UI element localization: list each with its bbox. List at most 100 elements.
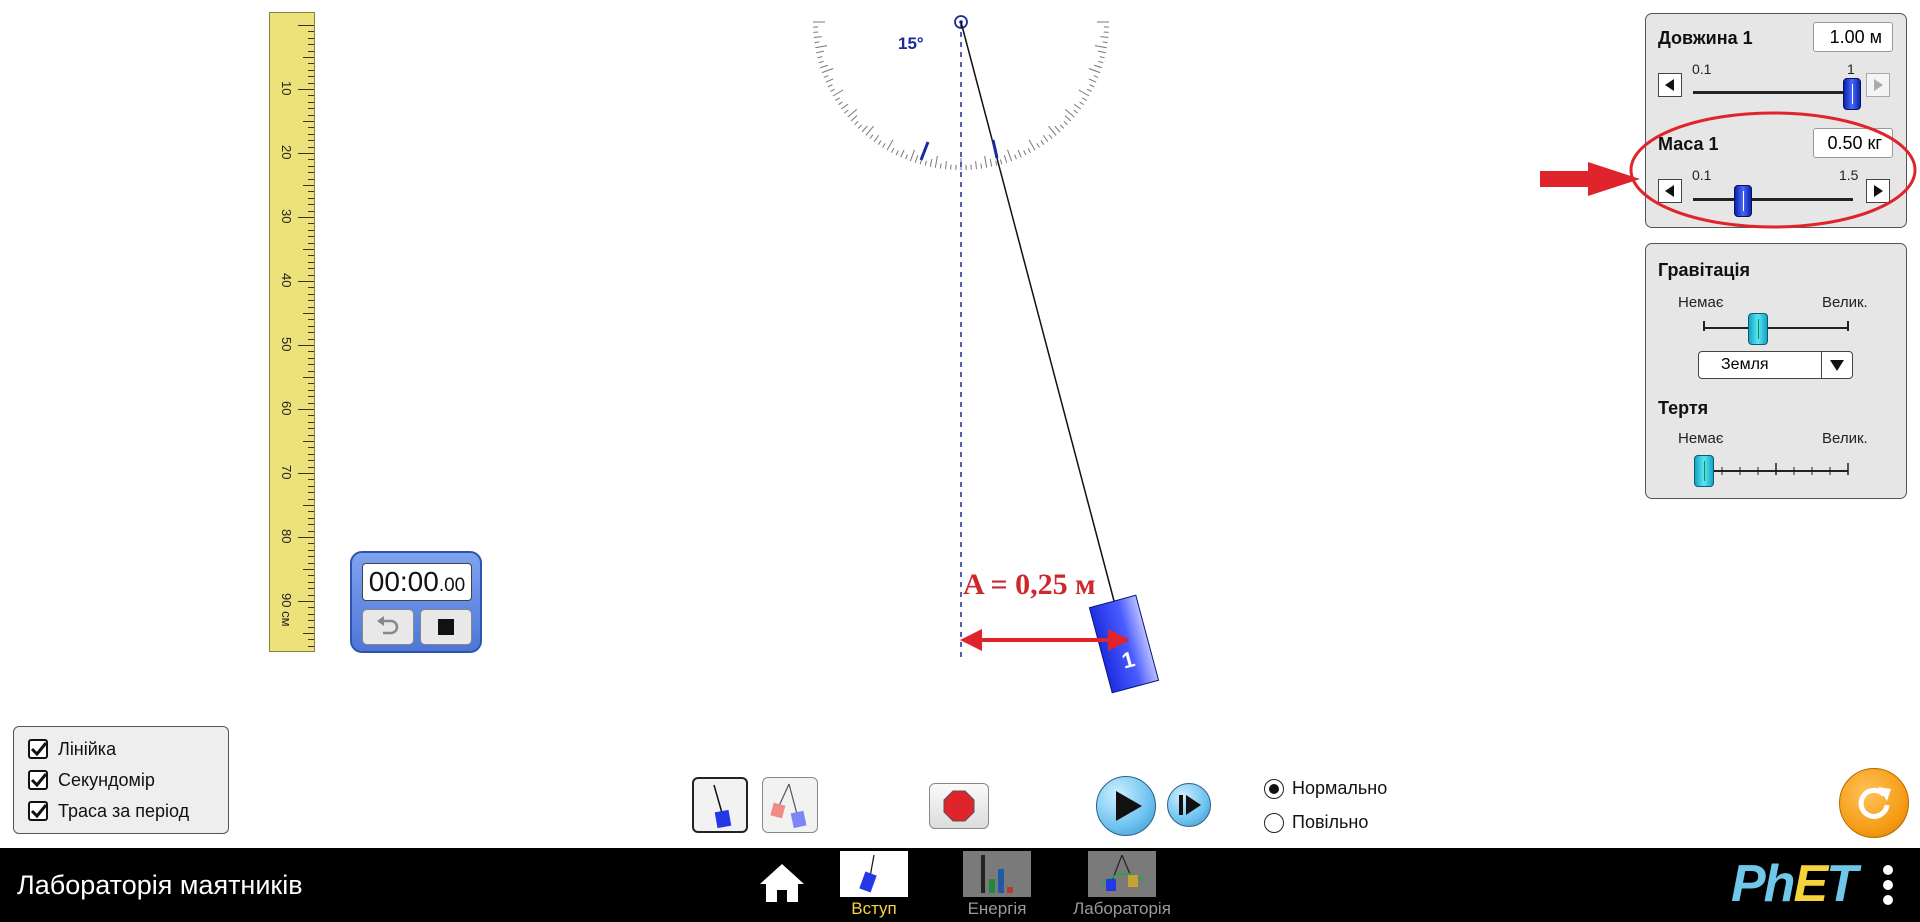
stopwatch-reset-button[interactable] <box>362 609 414 645</box>
gravity-slider-thumb[interactable] <box>1748 313 1768 345</box>
tab-intro[interactable]: Вступ <box>819 851 929 919</box>
protractor-tick <box>1079 101 1084 106</box>
protractor-tick <box>1042 134 1049 143</box>
checkbox-stopwatch-label: Секундомір <box>58 769 155 790</box>
ruler-tick <box>308 620 314 622</box>
radio-slow[interactable] <box>1264 812 1284 833</box>
protractor-tick <box>975 161 977 170</box>
protractor-tick <box>821 68 834 74</box>
ruler-tick <box>308 229 314 231</box>
checkbox-stopwatch[interactable]: Секундомір <box>28 768 155 792</box>
checkmark-icon <box>30 804 46 819</box>
protractor-tick <box>815 45 828 49</box>
phet-menu-button[interactable] <box>1882 862 1894 908</box>
ruler-tick <box>303 569 314 570</box>
friction-slider-thumb[interactable] <box>1694 455 1714 487</box>
play-button[interactable] <box>1096 776 1156 836</box>
ruler-tick <box>308 383 314 385</box>
length-value-field: 1.00 м <box>1813 22 1893 52</box>
highlight-ellipse <box>1629 111 1917 229</box>
radio-normal[interactable] <box>1264 778 1284 799</box>
checkbox-box[interactable] <box>28 739 48 759</box>
length-slider-track[interactable] <box>1693 91 1853 94</box>
stop-octagon-icon <box>943 790 975 822</box>
ruler-label: 50 <box>279 337 294 352</box>
reset-all-button[interactable] <box>1839 768 1909 838</box>
ruler-tick <box>308 434 314 436</box>
protractor-tick <box>1017 149 1022 158</box>
speed-slow-label: Повільно <box>1292 812 1369 832</box>
ruler-tick <box>308 127 314 129</box>
protractor-tick <box>999 159 1003 165</box>
ruler-tick <box>308 191 314 193</box>
play-icon <box>1116 791 1142 821</box>
two-pendulums-button[interactable] <box>762 777 818 833</box>
ruler-tick <box>308 108 314 110</box>
app-title: Лабораторія маятників <box>17 870 303 900</box>
lab-pendulum-icon <box>1101 854 1145 891</box>
protractor-tick <box>818 60 824 64</box>
home-icon <box>760 864 804 902</box>
pendulum-icon <box>859 854 877 893</box>
ruler[interactable]: 10 20 30 40 50 60 70 80 90 см <box>269 12 315 652</box>
protractor-tick <box>1088 78 1097 83</box>
reset-all-icon <box>1858 787 1891 819</box>
ruler-tick <box>308 82 314 84</box>
ruler-tick <box>308 639 314 641</box>
ruler-tick <box>308 140 314 142</box>
checkbox-box[interactable] <box>28 770 48 790</box>
ruler-tick <box>308 428 314 430</box>
ruler-tick <box>308 447 314 449</box>
ruler-tick <box>308 453 314 455</box>
one-pendulum-button[interactable] <box>692 777 748 833</box>
protractor-tick <box>1063 120 1068 126</box>
ruler-tick <box>303 57 314 58</box>
tab-lab[interactable]: Лабораторія <box>1067 851 1177 919</box>
ruler-tick <box>308 511 314 513</box>
ruler-tick <box>308 466 314 468</box>
protractor-tick <box>929 158 933 167</box>
home-button[interactable] <box>758 862 806 909</box>
length-decrease-button[interactable] <box>1658 73 1682 97</box>
ruler-tick <box>308 287 314 289</box>
amplitude-label: A = 0,25 м <box>963 568 1096 601</box>
protractor-tick <box>984 155 988 168</box>
stopwatch-stop-button[interactable] <box>420 609 472 645</box>
stopwatch-time-main: 00:00 <box>368 566 439 597</box>
protractor-tick <box>823 75 829 78</box>
gravity-select-value: Земля <box>1721 356 1769 373</box>
ruler-tick <box>298 537 314 538</box>
protractor-tick <box>882 143 886 148</box>
stopwatch[interactable]: 00:00.00 <box>350 551 482 653</box>
angle-readout: 15° <box>898 34 924 53</box>
protractor-tick <box>1093 64 1102 69</box>
protractor-tick <box>817 56 823 59</box>
length-title: Довжина 1 <box>1658 28 1753 48</box>
checkbox-box[interactable] <box>28 801 48 821</box>
ruler-tick <box>308 197 314 199</box>
checkbox-period-trace[interactable]: Траса за період <box>28 799 189 823</box>
ruler-tick <box>308 556 314 558</box>
ruler-tick <box>308 300 314 302</box>
pendulum-mass-1[interactable]: 1 <box>1088 594 1160 694</box>
ruler-tick <box>308 396 314 398</box>
protractor-tick <box>838 101 843 106</box>
stop-motion-button[interactable] <box>929 783 989 829</box>
ruler-tick <box>308 172 314 174</box>
protractor-tick <box>1082 97 1087 101</box>
checkbox-ruler[interactable]: Лінійка <box>28 737 116 761</box>
step-forward-button[interactable] <box>1167 783 1211 827</box>
protractor-tick <box>1040 140 1045 145</box>
gravity-planet-select[interactable]: Земля <box>1698 351 1853 379</box>
protractor-tick <box>877 140 882 145</box>
ruler-tick <box>298 89 314 90</box>
length-increase-button[interactable] <box>1866 73 1890 97</box>
friction-slider-track[interactable] <box>1696 453 1856 483</box>
protractor-tick <box>861 125 868 133</box>
tab-energy[interactable]: Енергія <box>942 851 1052 919</box>
radio-selected-dot <box>1269 783 1279 794</box>
speed-normal-option[interactable]: Нормально <box>1264 778 1387 799</box>
ruler-tick <box>308 133 314 135</box>
gravity-slider-track[interactable] <box>1703 327 1849 329</box>
speed-slow-option[interactable]: Повільно <box>1264 812 1368 833</box>
